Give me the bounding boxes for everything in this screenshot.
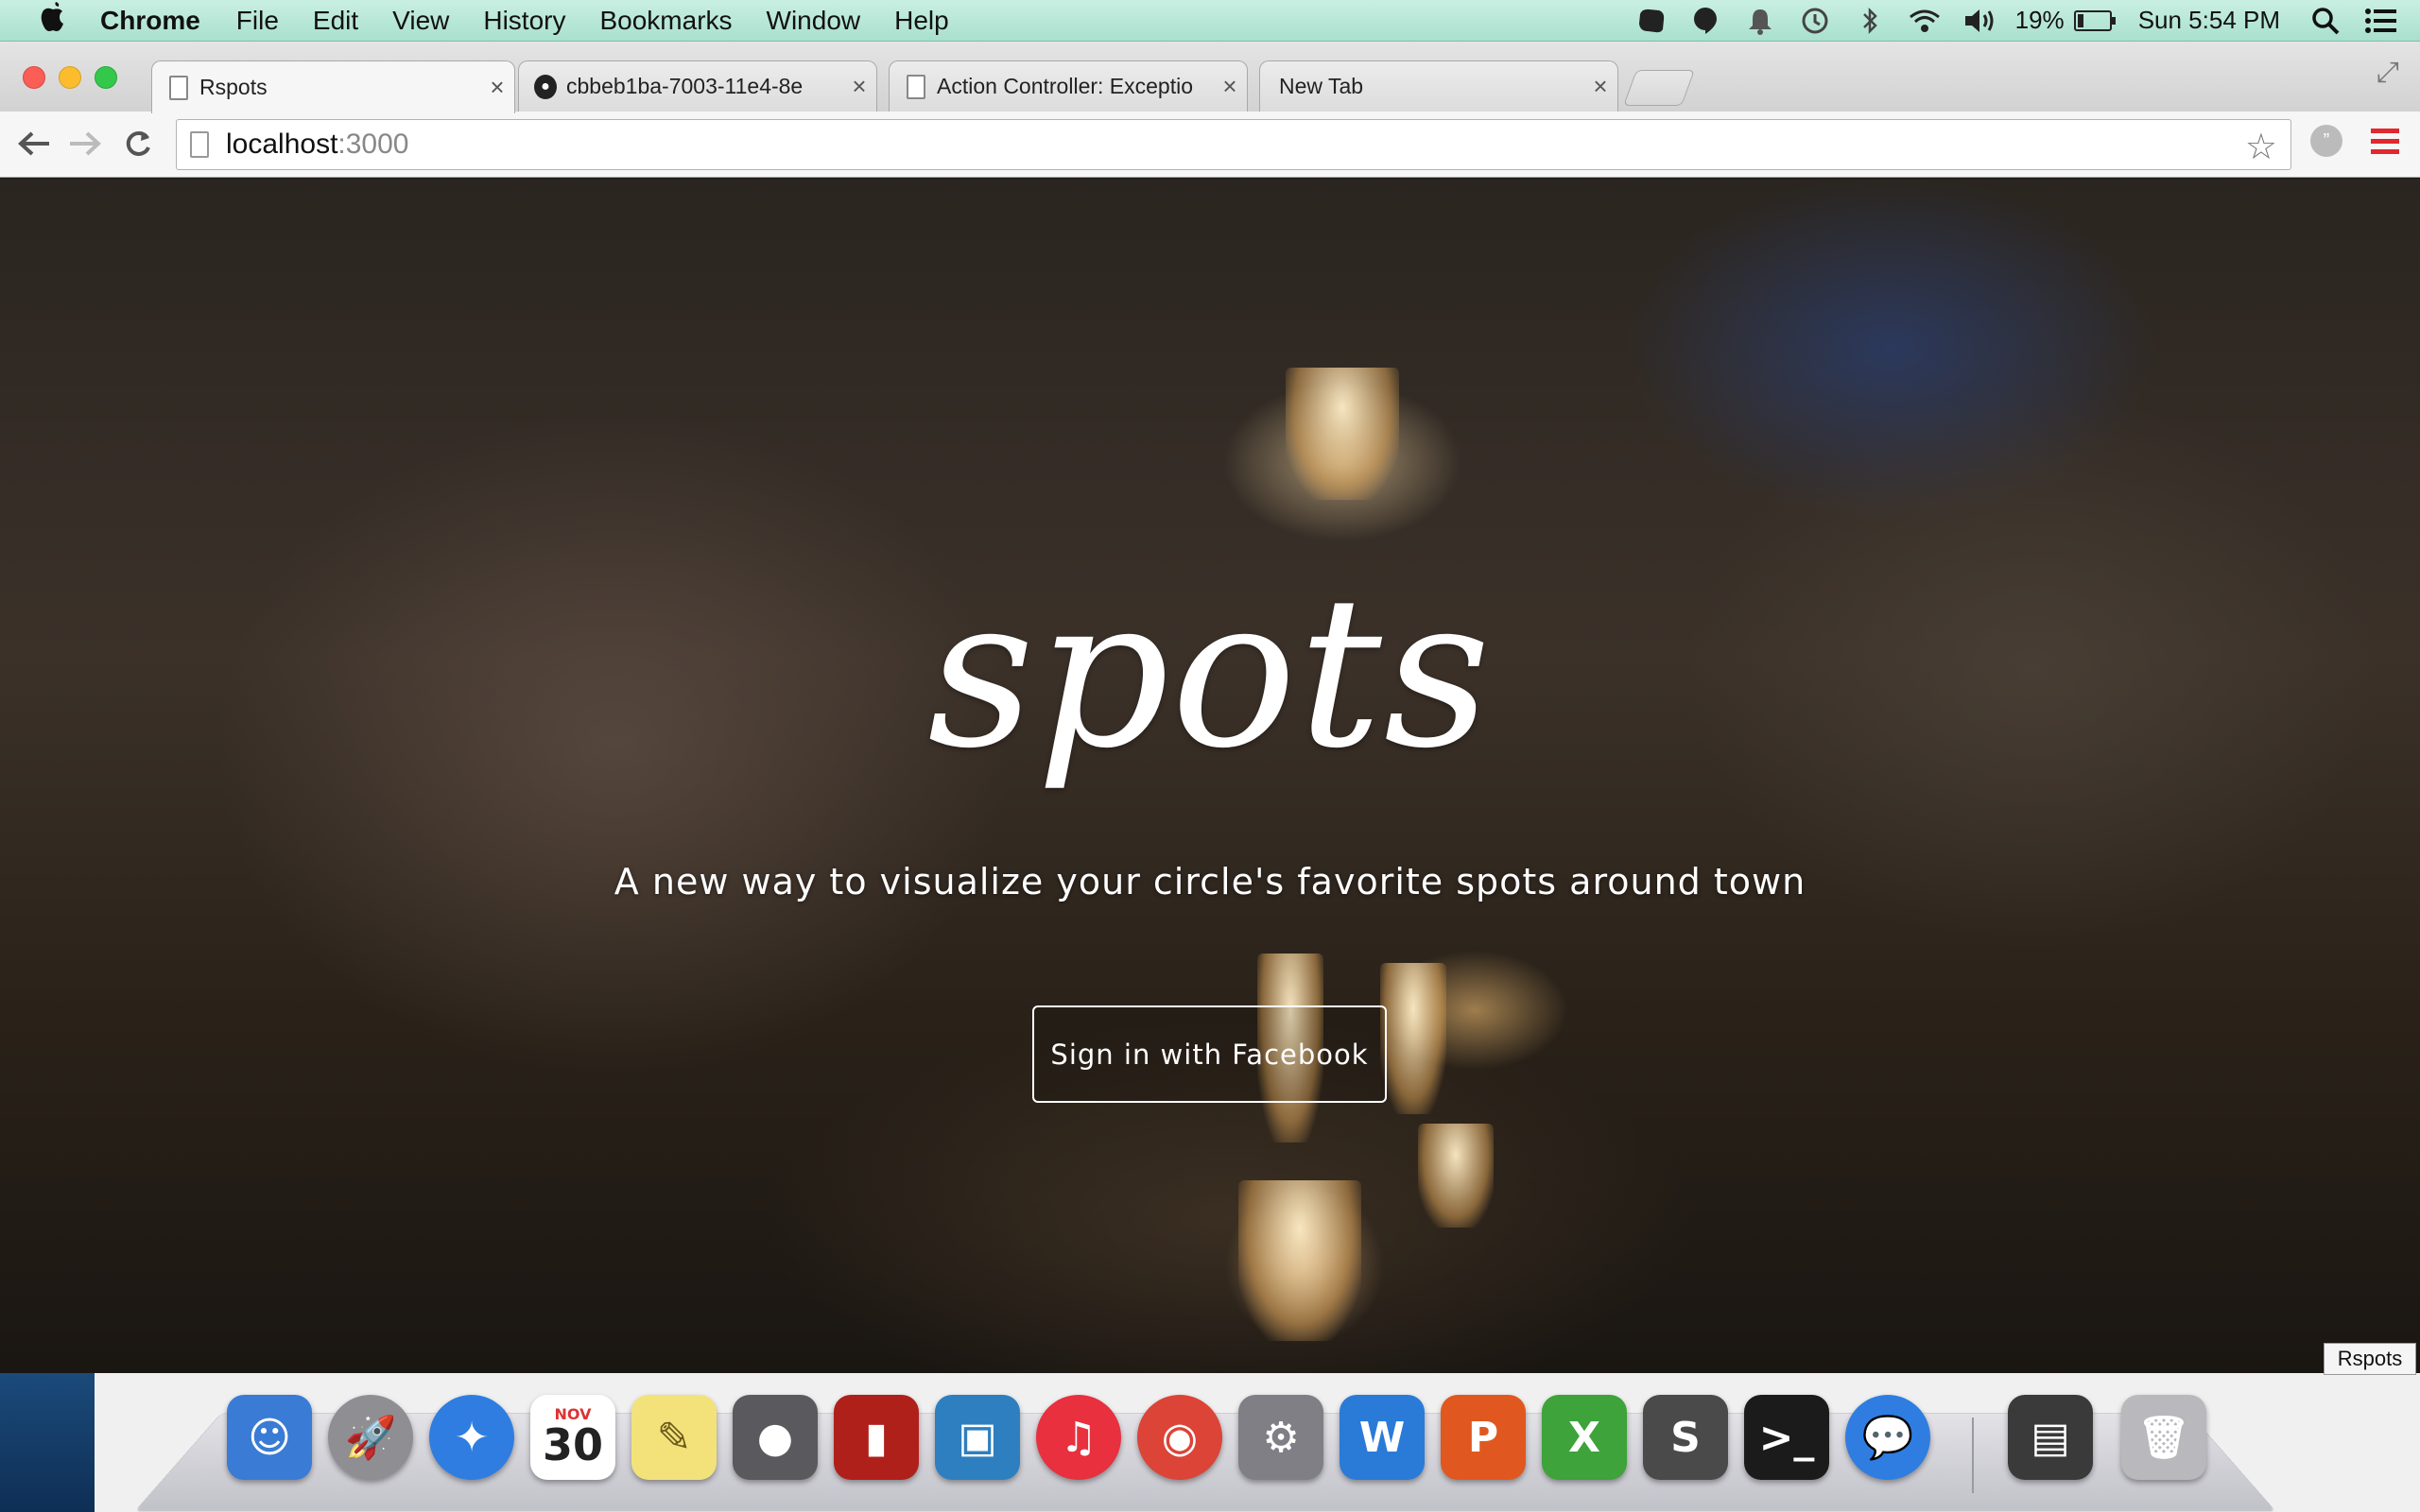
forward-button[interactable]: [64, 123, 106, 164]
tab-rspots[interactable]: Rspots ×: [151, 60, 515, 113]
address-bar[interactable]: localhost:3000 ☆: [176, 119, 2291, 170]
hangouts-icon[interactable]: [1685, 0, 1726, 42]
close-icon[interactable]: ×: [480, 73, 514, 102]
facetime-icon[interactable]: ●: [733, 1395, 818, 1480]
menu-help[interactable]: Help: [894, 6, 949, 36]
url-port: :3000: [337, 129, 409, 160]
console-icon[interactable]: ▤: [2008, 1395, 2093, 1480]
time-machine-icon[interactable]: [1794, 0, 1836, 42]
battery-icon[interactable]: [2073, 9, 2116, 31]
notification-icon[interactable]: [1739, 0, 1781, 42]
itunes-icon[interactable]: ♫: [1036, 1395, 1121, 1480]
github-icon: ●: [534, 74, 557, 100]
messages-icon[interactable]: 💬: [1845, 1395, 1930, 1480]
hero-background-candle: [1238, 1180, 1361, 1341]
page-icon: [167, 75, 190, 101]
tab-title: New Tab: [1279, 74, 1364, 98]
bookmark-star-icon[interactable]: ☆: [2245, 126, 2277, 168]
wifi-icon[interactable]: [1904, 0, 1945, 42]
system-preferences-icon[interactable]: ⚙: [1238, 1395, 1323, 1480]
hover-tooltip: Rspots: [2324, 1343, 2416, 1375]
hero-background-candle: [1418, 1124, 1494, 1228]
hero-title: spots: [927, 552, 1493, 794]
calendar-icon[interactable]: NOV 30: [530, 1395, 615, 1480]
evernote-icon[interactable]: [1630, 0, 1671, 42]
iphoto-icon[interactable]: ▣: [935, 1395, 1020, 1480]
window-close-button[interactable]: [23, 66, 45, 89]
menu-edit[interactable]: Edit: [313, 6, 358, 36]
tab-strip: Rspots × ● cbbeb1ba-7003-11e4-8e × Actio…: [0, 42, 2420, 113]
battery-percent: 19%: [2014, 6, 2065, 34]
chrome-menu-icon[interactable]: [2371, 129, 2399, 160]
powerpoint-icon[interactable]: P: [1441, 1395, 1526, 1480]
stickies-icon[interactable]: ✎: [631, 1395, 717, 1480]
photo-booth-icon[interactable]: ▮: [834, 1395, 919, 1480]
menu-window[interactable]: Window: [767, 6, 861, 36]
dock-separator: [1972, 1418, 1974, 1493]
safari-icon[interactable]: ✦: [429, 1395, 514, 1480]
tab-github[interactable]: ● cbbeb1ba-7003-11e4-8e ×: [518, 60, 877, 112]
close-icon[interactable]: ×: [1583, 72, 1617, 101]
page-icon: [905, 74, 927, 100]
excel-icon[interactable]: X: [1542, 1395, 1627, 1480]
tab-new-tab[interactable]: New Tab ×: [1259, 60, 1618, 112]
terminal-icon[interactable]: >_: [1744, 1395, 1829, 1480]
reload-button[interactable]: [117, 123, 159, 164]
clock[interactable]: Sun 5:54 PM: [2138, 6, 2280, 35]
tab-title: Action Controller: Exceptio: [937, 74, 1194, 98]
fullscreen-icon[interactable]: ⤢: [2377, 57, 2399, 89]
chrome-icon[interactable]: ◉: [1137, 1395, 1222, 1480]
tab-action-controller[interactable]: Action Controller: Exceptio ×: [889, 60, 1248, 112]
close-icon[interactable]: ×: [842, 72, 876, 101]
trash-icon[interactable]: 🗑: [2121, 1395, 2206, 1480]
window-minimize-button[interactable]: [59, 66, 81, 89]
menu-file[interactable]: File: [236, 6, 279, 36]
apple-icon[interactable]: [34, 1, 72, 41]
sublime-text-icon[interactable]: S: [1643, 1395, 1728, 1480]
spotlight-icon[interactable]: [2305, 0, 2346, 42]
menu-bookmarks[interactable]: Bookmarks: [599, 6, 732, 36]
hangouts-extension-icon[interactable]: ”: [2310, 125, 2342, 157]
desktop-background: [0, 1373, 95, 1512]
page-icon: [190, 131, 209, 158]
battery-fill: [2077, 13, 2083, 27]
hero-background-candle: [1380, 963, 1446, 1114]
menu-bar: Chrome File Edit View History Bookmarks …: [0, 0, 2420, 42]
menu-history[interactable]: History: [483, 6, 565, 36]
tab-title: Rspots: [199, 75, 268, 99]
url-host: localhost: [226, 129, 338, 160]
menu-app-name[interactable]: Chrome: [100, 6, 200, 36]
status-area: 19% Sun 5:54 PM: [1616, 0, 2420, 42]
new-tab-button[interactable]: [1623, 70, 1695, 106]
notification-center-icon[interactable]: [2360, 0, 2401, 42]
facebook-signin-button[interactable]: Sign in with Facebook: [1032, 1005, 1387, 1103]
back-button[interactable]: [13, 123, 55, 164]
menu-view[interactable]: View: [392, 6, 449, 36]
bluetooth-icon[interactable]: [1849, 0, 1891, 42]
hero-subtitle: A new way to visualize your circle's fav…: [614, 861, 1806, 902]
browser-toolbar: localhost:3000 ☆ ”: [0, 112, 2420, 178]
landing-page: spots A new way to visualize your circle…: [0, 179, 2420, 1373]
word-icon[interactable]: W: [1340, 1395, 1425, 1480]
tab-title: cbbeb1ba-7003-11e4-8e: [566, 74, 804, 98]
hero-background-candle: [1286, 368, 1399, 500]
close-icon[interactable]: ×: [1213, 72, 1247, 101]
launchpad-icon[interactable]: 🚀: [328, 1395, 413, 1480]
finder-icon[interactable]: ☺: [227, 1395, 312, 1480]
volume-icon[interactable]: [1959, 0, 2000, 42]
window-zoom-button[interactable]: [95, 66, 117, 89]
